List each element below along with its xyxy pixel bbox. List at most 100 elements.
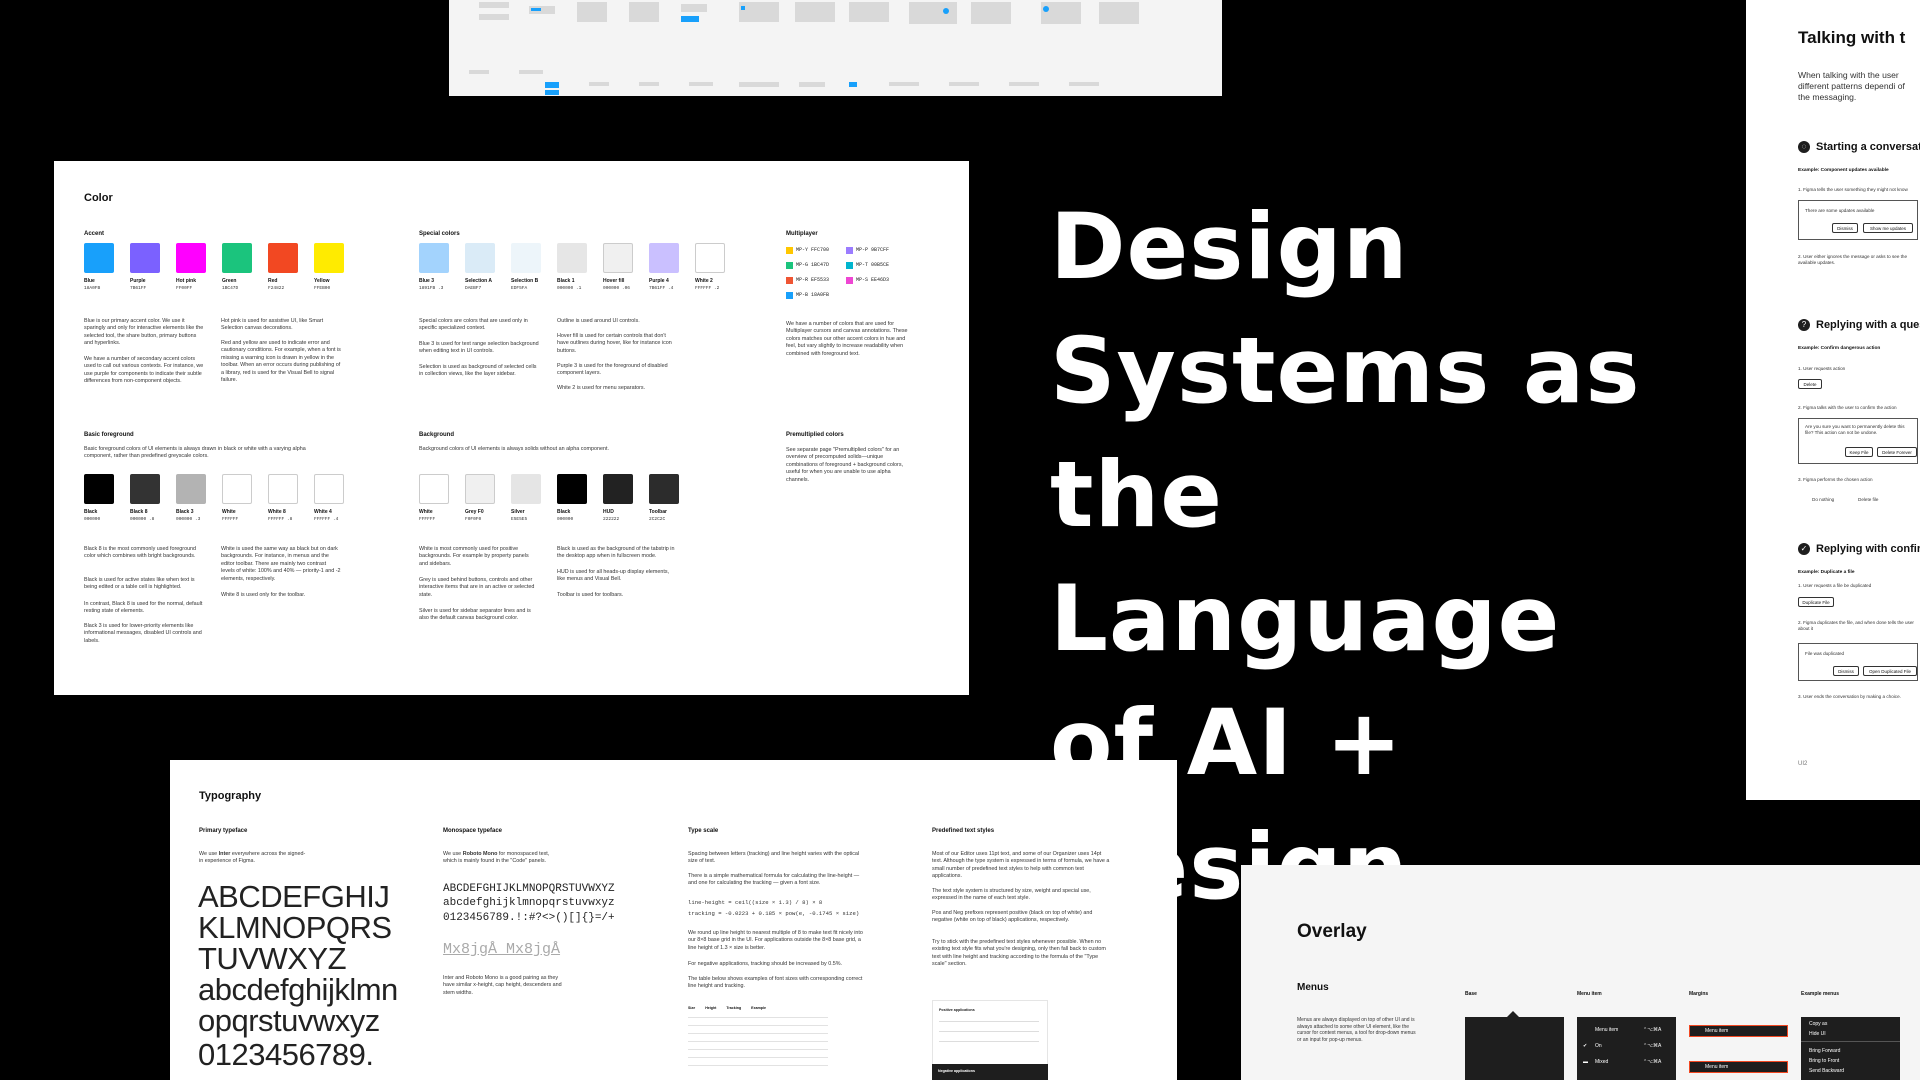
- menu-item-mixed[interactable]: Mixed: [1595, 1059, 1608, 1065]
- background-para-1: White is most commonly used for positive…: [419, 546, 529, 567]
- type-scale-table: Size Height Tracking Example: [688, 1006, 868, 1066]
- formula-tracking: tracking = -0.0223 + 0.185 × pow(e, -0.1…: [688, 910, 860, 917]
- menu-item-shortcut: ⌃⌥⌘A: [1643, 1027, 1662, 1033]
- menu-pointer-icon: [1507, 1011, 1519, 1017]
- swatch-name: White 2: [695, 278, 713, 284]
- keep-file-button[interactable]: Keep File: [1845, 447, 1873, 457]
- mini-field: [1069, 82, 1099, 86]
- table-row: [688, 1049, 828, 1050]
- color-dot: [786, 246, 793, 254]
- swatch-name: Red: [268, 278, 278, 284]
- menu-item[interactable]: Bring to Front: [1809, 1058, 1839, 1064]
- special-para-3: Selection is used as background of selec…: [419, 364, 537, 378]
- section-title-monospace: Monospace typeface: [443, 828, 503, 834]
- swatch-name: Hot pink: [176, 278, 196, 284]
- menu-item-sample: Menu item ⌃⌥⌘A ✔ On ⌃⌥⌘A ▬ Mixed ⌃⌥⌘A: [1577, 1017, 1676, 1080]
- delete-button[interactable]: Delete: [1798, 379, 1822, 389]
- open-duplicated-file-button[interactable]: Open Duplicated File: [1863, 666, 1917, 676]
- swatch-hex: 000000 .3: [176, 517, 201, 522]
- talk-card-intro: When talking with the user different pat…: [1798, 70, 1905, 102]
- swatch-name: Blue 3: [419, 278, 435, 284]
- menu-item[interactable]: Hide UI: [1809, 1031, 1826, 1037]
- color-swatch: [268, 243, 298, 273]
- table-row: [688, 1033, 828, 1034]
- margin-guide: [1689, 1061, 1788, 1073]
- swatch-hex: EDF5FA: [511, 286, 528, 291]
- duplicate-text: File was duplicated: [1805, 651, 1845, 656]
- section-title-multiplayer: Multiplayer: [786, 231, 818, 237]
- alpha-sample-1: ABCDEFGHIJ: [198, 879, 390, 914]
- show-updates-button[interactable]: Show me updates: [1863, 223, 1913, 233]
- card-footer: UI2: [1798, 761, 1808, 767]
- menu-item[interactable]: Send Backward: [1809, 1068, 1844, 1074]
- type-scale-para-2: There is a simple mathematical formula f…: [688, 873, 860, 887]
- swatch-name: Purple: [130, 278, 146, 284]
- accent-para-3: Hot pink is used for assistive UI, like …: [221, 318, 324, 332]
- color-swatch: [130, 474, 160, 504]
- special-para-6: Purple 3 is used for the foreground of d…: [557, 363, 668, 377]
- mini-field: [629, 2, 659, 22]
- swatch-hex: FFFFFF .8: [268, 517, 293, 522]
- alpha-sample-2: KLMNOPQRS: [198, 910, 392, 945]
- swatch-hex: 222222: [603, 517, 620, 522]
- menu-item[interactable]: Bring Forward: [1809, 1048, 1840, 1054]
- color-swatch: [130, 243, 160, 273]
- swatch-name: White: [419, 509, 433, 515]
- swatch-hex: F24822: [268, 286, 285, 291]
- hero-line-2: Systems as: [1050, 319, 1641, 424]
- mini-highlight: [545, 90, 559, 95]
- menu-item-on[interactable]: On: [1595, 1043, 1602, 1049]
- duplicate-file-button[interactable]: Duplicate File: [1798, 597, 1834, 607]
- hero-line-3: the Language: [1050, 443, 1561, 672]
- menu-item-label[interactable]: Menu item: [1595, 1027, 1618, 1033]
- talk-card-title: Talking with t: [1798, 28, 1906, 47]
- mini-field: [689, 82, 713, 86]
- color-dot: [786, 291, 793, 299]
- swatch-hex: E5E5E5: [511, 517, 528, 522]
- menu-separator: [1801, 1041, 1900, 1042]
- multiplayer-color-item: MP-G 1BC47D: [786, 260, 829, 270]
- section-title-basic-foreground: Basic foreground: [84, 432, 134, 438]
- divider: [939, 1041, 1039, 1042]
- multiplayer-color-item: MP-P 9B7CFF: [846, 245, 889, 255]
- swatch-name: Blue: [84, 278, 95, 284]
- alpha-sample-4: abcdefghijklmn: [198, 972, 398, 1007]
- confirm-text: Are you sure you want to permanently del…: [1805, 424, 1905, 435]
- menu-item[interactable]: Copy as: [1809, 1021, 1827, 1027]
- multiplayer-color-item: MP-Y FFC700: [786, 245, 829, 255]
- swatch-hex: 18A0FB: [84, 286, 101, 291]
- dismiss-button[interactable]: Dismiss: [1832, 223, 1858, 233]
- mini-field: [639, 82, 659, 86]
- section-title-type-scale: Type scale: [688, 828, 719, 834]
- mini-field: [739, 2, 779, 22]
- mini-field: [479, 14, 509, 20]
- table-col-header: Size: [688, 1006, 696, 1010]
- color-swatch: [603, 474, 633, 504]
- talk-section-1-step-2: 2. User either ignores the message or as…: [1798, 254, 1908, 265]
- col-title-example-menus: Example menus: [1801, 991, 1840, 997]
- multiplayer-color-item: MP-R EF5533: [786, 275, 829, 285]
- hero-line-1: Design: [1050, 195, 1409, 300]
- talk-section-2-step-2: 2. Figma talks with the user to confirm …: [1798, 405, 1897, 410]
- mini-field: [795, 2, 835, 22]
- swatch-name: Yellow: [314, 278, 330, 284]
- delete-forever-button[interactable]: Delete Forever: [1877, 447, 1917, 457]
- col-title-menu-item: Menu item: [1577, 991, 1602, 997]
- accent-para-1: Blue is our primary accent color. We use…: [84, 318, 204, 347]
- talk-section-3-step-2: 2. Figma duplicates the file, and when d…: [1798, 620, 1914, 631]
- dismiss-button[interactable]: Dismiss: [1833, 666, 1859, 676]
- mini-field: [589, 82, 609, 86]
- swatch-hex: 000000 .06: [603, 286, 631, 291]
- multiplayer-color-label: MP-G 1BC47D: [796, 262, 830, 268]
- mini-field: [739, 82, 779, 87]
- swatch-hex: 7B61FF: [130, 286, 147, 291]
- multiplayer-color-item: MP-B 18A0FB: [786, 290, 829, 300]
- swatch-hex: FFFFFF: [419, 517, 436, 522]
- color-spec-card: Color Accent Blue is our primary accent …: [54, 161, 969, 695]
- swatch-hex: 000000: [84, 517, 101, 522]
- color-swatch: [268, 474, 298, 504]
- color-swatch: [557, 474, 587, 504]
- swatch-name: White 4: [314, 509, 332, 515]
- type-scale-para-1: Spacing between letters (tracking) and l…: [688, 851, 860, 865]
- swatch-hex: 7B61FF .4: [649, 286, 674, 291]
